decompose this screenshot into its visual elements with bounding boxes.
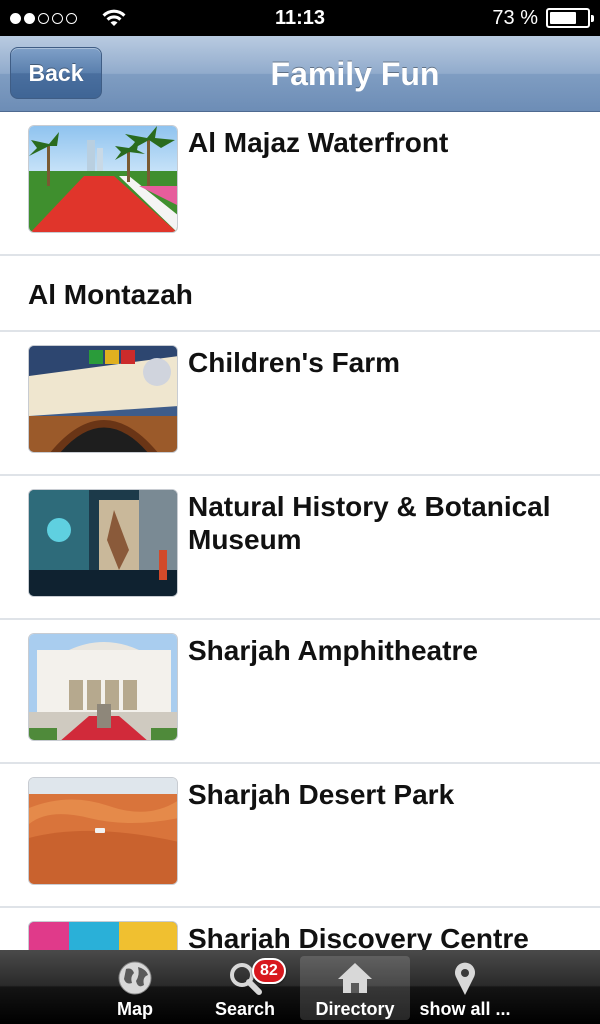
list-item-title: Children's Farm [188,347,401,378]
museum-interior-photo [28,489,178,597]
back-button[interactable]: Back [10,47,102,99]
list-item-title: Natural History & Botanical Museum [188,491,551,555]
tab-bar: Map 82 Search Directory show all ... [0,950,600,1024]
list-item-title: Sharjah Discovery Centre [188,923,529,950]
house-icon [338,963,372,993]
list-item[interactable]: Al Majaz Waterfront [0,112,600,256]
tab-label: Map [117,999,153,1019]
list-item-title: Sharjah Amphitheatre [188,635,478,666]
globe-icon [118,961,152,995]
amphitheatre-building-photo [28,633,178,741]
list-item[interactable]: Sharjah Desert Park [0,764,600,908]
discovery-centre-photo [28,921,178,950]
childrens-farm-sign-photo [28,345,178,453]
wifi-icon [102,9,126,26]
list-item[interactable]: Sharjah Discovery Centre [0,908,600,950]
tab-label: Directory [315,999,395,1019]
list-item[interactable]: Children's Farm [0,332,600,476]
list-item-title: Al Montazah [28,279,193,310]
list-item[interactable]: Natural History & Botanical Museum [0,476,600,620]
search-count-badge: 82 [252,958,286,984]
tab-directory[interactable]: Directory [300,956,410,1020]
status-bar: 11:13 73 % [0,0,600,36]
page-title: Family Fun [270,55,440,92]
list-item-title: Sharjah Desert Park [188,779,455,810]
tab-label: Search [214,999,276,1019]
desert-dunes-photo [28,777,178,885]
location-pin-icon [455,962,475,995]
tab-map[interactable]: Map [80,956,190,1020]
tab-search[interactable]: 82 Search [190,956,300,1020]
palm-promenade-photo [28,125,178,233]
list-item[interactable]: Sharjah Amphitheatre [0,620,600,764]
list-item-title: Al Majaz Waterfront [188,127,449,158]
battery-icon [546,8,594,28]
tab-show-all[interactable]: show all ... [410,956,520,1020]
tab-label: show all ... [419,999,511,1019]
battery-percentage: 73 % [492,6,538,29]
list-item[interactable]: Al Montazah [0,256,600,332]
directory-list[interactable]: Al Majaz Waterfront Al Montazah Children… [0,112,600,950]
signal-strength-icon [10,12,77,24]
navigation-bar: Back Family Fun [0,36,600,112]
